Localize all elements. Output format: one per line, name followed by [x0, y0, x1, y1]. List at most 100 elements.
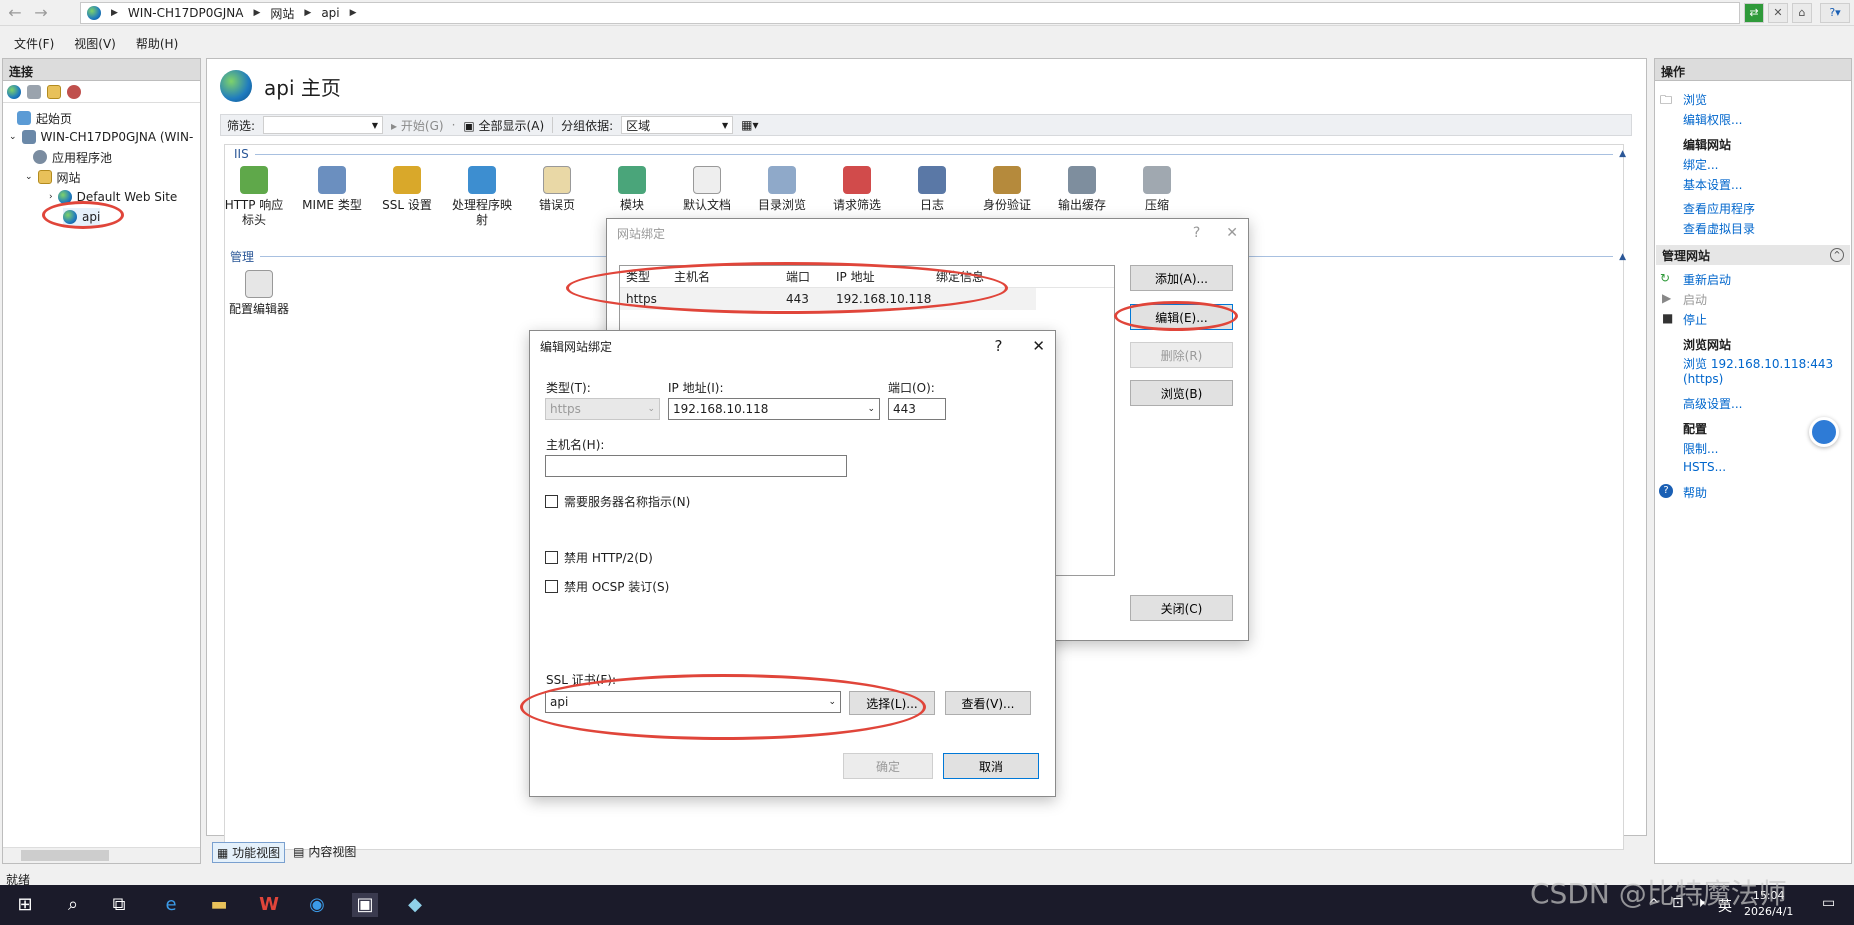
feature-request-filtering[interactable]: 请求筛选	[825, 166, 889, 213]
action-view-apps[interactable]: 查看应用程序	[1683, 200, 1755, 217]
save-icon[interactable]	[27, 84, 41, 99]
collapse-icon[interactable]: ▲	[1619, 252, 1626, 262]
menu-view[interactable]: 视图(V)	[74, 35, 116, 52]
sni-checkbox[interactable]: 需要服务器名称指示(N)	[545, 493, 690, 510]
feature-default-document[interactable]: 默认文档	[675, 166, 739, 213]
action-limits[interactable]: 限制...	[1683, 440, 1718, 457]
tab-features-view[interactable]: ▦ 功能视图	[212, 842, 286, 863]
action-bindings[interactable]: 绑定...	[1683, 156, 1718, 173]
notification-icon[interactable]: ▭	[1822, 895, 1835, 911]
feature-ssl[interactable]: SSL 设置	[375, 166, 439, 213]
feature-mime-types[interactable]: MIME 类型	[300, 166, 364, 213]
connections-toolbar	[3, 81, 200, 103]
disable-http2-checkbox[interactable]: 禁用 HTTP/2(D)	[545, 549, 653, 566]
action-help[interactable]: 帮助	[1683, 484, 1707, 501]
select-cert-button[interactable]: 选择(L)...	[849, 691, 935, 715]
add-binding-button[interactable]: 添加(A)...	[1130, 265, 1233, 291]
search-icon[interactable]: ⌕	[60, 893, 86, 917]
close-icon[interactable]: ✕	[1226, 225, 1238, 241]
feature-compression[interactable]: 压缩	[1125, 166, 1189, 213]
iis-manager-icon[interactable]: ▣	[352, 893, 378, 917]
action-stop[interactable]: 停止	[1683, 311, 1707, 328]
feature-modules[interactable]: 模块	[600, 166, 664, 213]
breadcrumb-server[interactable]: WIN-CH17DP0GJNA	[128, 6, 244, 20]
horizontal-scrollbar[interactable]	[3, 847, 200, 863]
disconnect-icon[interactable]	[67, 84, 81, 99]
chevron-down-icon[interactable]: ⌄	[25, 172, 33, 182]
wps-icon[interactable]: W	[256, 893, 282, 917]
help-icon[interactable]: ?	[994, 337, 1002, 355]
view-cert-button[interactable]: 查看(V)...	[945, 691, 1031, 715]
show-all-button[interactable]: ▣ 全部显示(A)	[463, 117, 544, 134]
tree-item-server[interactable]: ⌄ WIN-CH17DP0GJNA (WIN-	[9, 128, 193, 146]
cancel-button[interactable]: 取消	[943, 753, 1039, 779]
breadcrumb-sites[interactable]: 网站	[270, 5, 294, 22]
action-advanced-settings[interactable]: 高级设置...	[1683, 395, 1742, 412]
stop-icon[interactable]: ✕	[1768, 3, 1788, 23]
feature-config-editor[interactable]: 配置编辑器	[224, 270, 294, 317]
tree-item-api[interactable]: api	[63, 208, 101, 226]
action-hsts[interactable]: HSTS...	[1683, 460, 1726, 474]
forward-icon[interactable]: →	[30, 3, 52, 23]
home-icon[interactable]: ⌂	[1792, 3, 1812, 23]
action-browse-url[interactable]: 浏览 192.168.10.118:443	[1683, 355, 1833, 372]
filter-input[interactable]: ▼	[263, 116, 384, 134]
ie-browser-icon[interactable]: e	[158, 893, 184, 917]
table-row[interactable]: https 443 192.168.10.118	[620, 288, 1036, 310]
start-button[interactable]: ▸ 开始(G)	[391, 117, 444, 134]
ip-select[interactable]: 192.168.10.118 ⌄	[668, 398, 880, 420]
connect-icon[interactable]	[7, 84, 21, 99]
app-icon[interactable]: ◆	[402, 893, 428, 917]
browser-icon[interactable]: ◉	[304, 893, 330, 917]
collapse-icon[interactable]: ^	[1830, 248, 1844, 262]
tree-item-start-page[interactable]: 起始页	[17, 109, 72, 127]
site-globe-icon	[63, 210, 77, 224]
action-restart[interactable]: 重新启动	[1683, 271, 1731, 288]
feature-authentication[interactable]: 身份验证	[975, 166, 1039, 213]
disable-ocsp-checkbox[interactable]: 禁用 OCSP 装订(S)	[545, 578, 669, 595]
close-icon[interactable]: ✕	[1032, 337, 1045, 355]
help-dropdown-icon[interactable]: ?▾	[1820, 3, 1850, 23]
back-icon[interactable]: ←	[4, 3, 26, 23]
refresh-icon[interactable]: ⇄	[1744, 3, 1764, 23]
file-explorer-icon[interactable]: ▬	[206, 893, 232, 917]
start-page-icon	[17, 111, 31, 125]
chevron-right-icon[interactable]: ›	[49, 192, 53, 202]
scrollbar-thumb[interactable]	[21, 850, 109, 861]
windows-start-icon[interactable]: ⊞	[12, 893, 38, 917]
tree-item-default-web-site[interactable]: › Default Web Site	[49, 188, 177, 206]
tab-content-view[interactable]: ▤ 内容视图	[289, 842, 360, 863]
breadcrumb-api[interactable]: api	[321, 6, 339, 20]
action-view-vdirs[interactable]: 查看虚拟目录	[1683, 220, 1755, 237]
menu-help[interactable]: 帮助(H)	[136, 35, 178, 52]
action-basic-settings[interactable]: 基本设置...	[1683, 176, 1742, 193]
chevron-down-icon[interactable]: ⌄	[9, 132, 17, 142]
feature-http-headers[interactable]: HTTP 响应标头	[222, 166, 286, 228]
action-browse-protocol[interactable]: (https)	[1683, 372, 1723, 386]
breadcrumb[interactable]: ▶ WIN-CH17DP0GJNA ▶ 网站 ▶ api ▶	[80, 2, 1740, 24]
floating-assistant-icon[interactable]	[1809, 417, 1839, 447]
feature-handler-mappings[interactable]: 处理程序映射	[450, 166, 514, 228]
feature-logging[interactable]: 日志	[900, 166, 964, 213]
task-view-icon[interactable]: ⧉	[106, 893, 132, 917]
feature-output-caching[interactable]: 输出缓存	[1050, 166, 1114, 213]
group-select[interactable]: 区域 ▼	[621, 116, 734, 134]
action-browse[interactable]: 浏览	[1683, 91, 1707, 108]
host-label: 主机名(H):	[546, 438, 605, 452]
hostname-input[interactable]	[545, 455, 847, 477]
action-edit-permissions[interactable]: 编辑权限...	[1683, 111, 1742, 128]
collapse-icon[interactable]: ▲	[1619, 149, 1626, 159]
tree-item-sites[interactable]: ⌄ 网站	[25, 168, 81, 186]
tree-item-app-pools[interactable]: 应用程序池	[33, 148, 112, 166]
port-input[interactable]: 443	[888, 398, 946, 420]
open-folder-icon[interactable]	[47, 84, 61, 99]
browse-binding-button[interactable]: 浏览(B)	[1130, 380, 1233, 406]
feature-error-pages[interactable]: 错误页	[525, 166, 589, 213]
ssl-cert-select[interactable]: api ⌄	[545, 691, 841, 713]
help-icon[interactable]: ?	[1193, 225, 1200, 241]
close-button[interactable]: 关闭(C)	[1130, 595, 1233, 621]
edit-binding-button[interactable]: 编辑(E)...	[1130, 304, 1233, 330]
feature-directory-browsing[interactable]: 目录浏览	[750, 166, 814, 213]
menu-file[interactable]: 文件(F)	[14, 35, 54, 52]
view-mode-icon[interactable]: ▦▾	[741, 118, 758, 132]
